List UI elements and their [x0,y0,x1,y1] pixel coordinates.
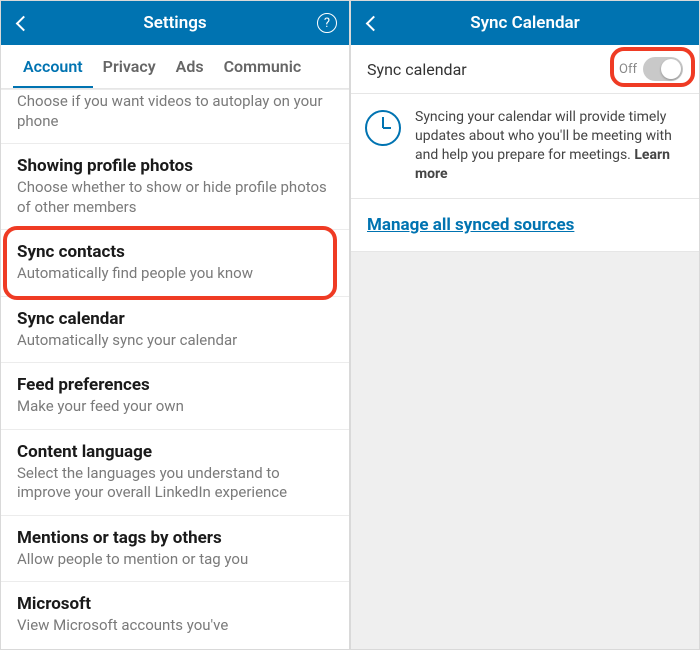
row-subtitle: Select the languages you understand to i… [17,464,333,503]
sync-calendar-row: Sync calendar Off [351,45,699,94]
chevron-left-icon [365,15,381,31]
list-item[interactable]: Microsoft View Microsoft accounts you've [1,582,349,648]
help-button[interactable]: ? [305,1,349,45]
sync-title: Sync Calendar [470,13,580,33]
sync-calendar-toggle[interactable] [643,57,683,81]
row-title: Feed preferences [17,375,333,395]
row-subtitle: View Microsoft accounts you've [17,616,333,636]
help-icon: ? [317,13,337,33]
list-item[interactable]: Choose if you want videos to autoplay on… [1,89,349,144]
sync-info-text: Syncing your calendar will provide timel… [415,108,683,184]
list-item[interactable]: Sync calendar Automatically sync your ca… [1,297,349,364]
row-title: Content language [17,442,333,462]
row-title: Sync calendar [17,309,333,329]
row-subtitle: Choose whether to show or hide profile p… [17,178,333,217]
list-item[interactable]: Showing profile photos Choose whether to… [1,144,349,230]
list-item[interactable]: Content language Select the languages yo… [1,430,349,516]
chevron-left-icon [15,15,31,31]
row-subtitle: Allow people to mention or tag you [17,550,333,570]
settings-title: Settings [143,13,206,33]
list-item[interactable]: Feed preferences Make your feed your own [1,363,349,430]
row-subtitle: Automatically sync your calendar [17,331,333,351]
row-title: Showing profile photos [17,156,333,176]
row-subtitle: Choose if you want videos to autoplay on… [17,92,333,131]
sync-header: Sync Calendar [351,1,699,45]
sync-calendar-label: Sync calendar [367,60,467,79]
clock-icon [365,110,401,146]
tab-communications[interactable]: Communic [214,45,312,88]
settings-tabs: Account Privacy Ads Communic [1,45,349,89]
tab-account[interactable]: Account [13,45,93,88]
row-title: Sync contacts [17,242,333,262]
sync-body: Sync calendar Off Syncing your calendar … [351,45,699,649]
sync-calendar-pane: Sync Calendar Sync calendar Off Syncing … [349,1,699,649]
toggle-state-text: Off [619,62,637,77]
back-button[interactable] [351,1,395,45]
row-title: Mentions or tags by others [17,528,333,548]
row-subtitle: Make your feed your own [17,397,333,417]
highlight-outline [3,226,337,300]
settings-pane: Settings ? Account Privacy Ads Communic … [1,1,349,649]
settings-header: Settings ? [1,1,349,45]
back-button[interactable] [1,1,45,45]
row-title: Microsoft [17,594,333,614]
sync-info-row: Syncing your calendar will provide timel… [351,94,699,199]
manage-sources-row: Manage all synced sources [351,199,699,252]
tab-ads[interactable]: Ads [166,45,214,88]
list-item[interactable]: Mentions or tags by others Allow people … [1,516,349,583]
tab-privacy[interactable]: Privacy [93,45,166,88]
list-item-sync-contacts[interactable]: Sync contacts Automatically find people … [1,230,349,297]
manage-sources-link[interactable]: Manage all synced sources [367,215,574,235]
toggle-wrap: Off [619,57,683,81]
settings-list[interactable]: Choose if you want videos to autoplay on… [1,89,349,649]
row-subtitle: Automatically find people you know [17,264,333,284]
